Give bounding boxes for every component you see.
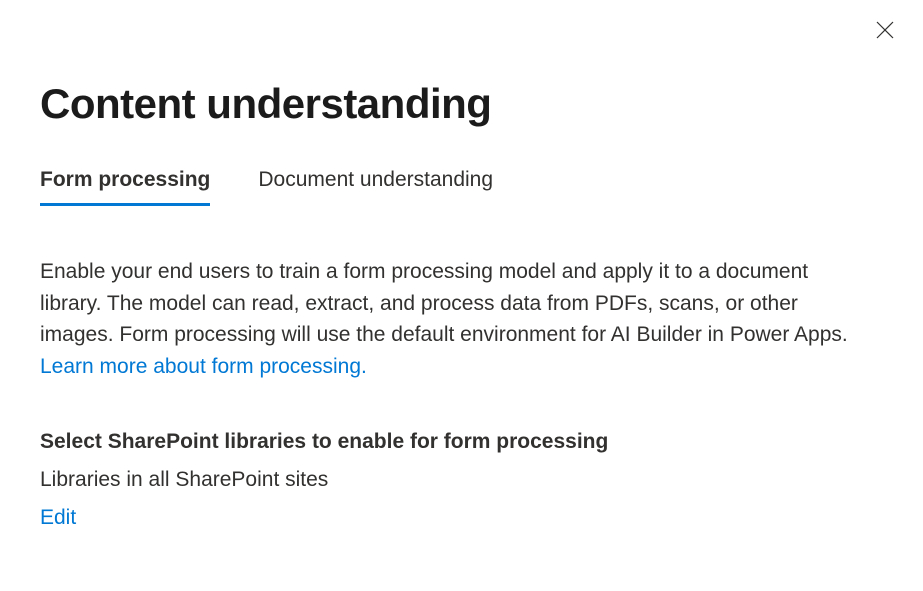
edit-link[interactable]: Edit bbox=[40, 506, 883, 530]
section-value: Libraries in all SharePoint sites bbox=[40, 468, 883, 492]
page-title: Content understanding bbox=[40, 80, 883, 128]
close-button[interactable] bbox=[871, 18, 899, 46]
close-icon bbox=[876, 21, 894, 44]
tab-list: Form processing Document understanding bbox=[40, 168, 883, 204]
tab-form-processing[interactable]: Form processing bbox=[40, 168, 210, 204]
tab-label: Document understanding bbox=[258, 168, 493, 191]
tab-label: Form processing bbox=[40, 168, 210, 191]
tab-document-understanding[interactable]: Document understanding bbox=[258, 168, 493, 204]
description-text: Enable your end users to train a form pr… bbox=[40, 256, 860, 382]
section-heading: Select SharePoint libraries to enable fo… bbox=[40, 430, 883, 454]
description-body: Enable your end users to train a form pr… bbox=[40, 260, 848, 346]
panel-content: Content understanding Form processing Do… bbox=[0, 0, 923, 530]
learn-more-link[interactable]: Learn more about form processing. bbox=[40, 355, 367, 378]
